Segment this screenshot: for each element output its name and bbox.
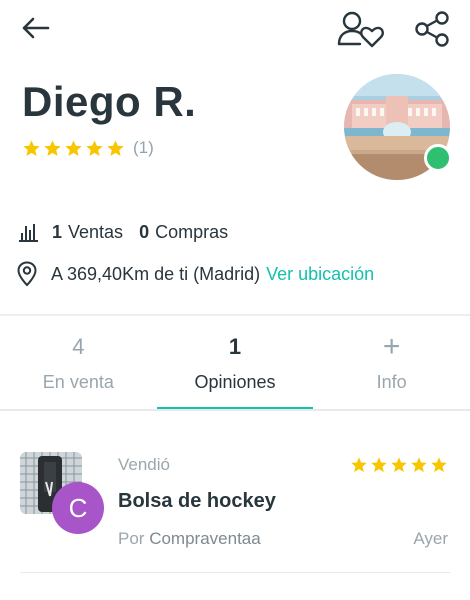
review-date: Ayer: [413, 529, 448, 548]
star-icon: [431, 457, 447, 473]
review-rating: [348, 456, 448, 474]
divider: [0, 314, 470, 316]
tabs-divider: [0, 409, 470, 411]
location-distance: A 369,40Km de ti (Madrid): [51, 263, 261, 284]
location-row: A 369,40Km de ti (Madrid) Ver ubicación: [16, 260, 374, 288]
top-bar: [0, 0, 470, 56]
tab-en-venta[interactable]: 4 En venta: [0, 330, 157, 410]
star-icon: [411, 457, 427, 473]
star-icon: [65, 139, 82, 156]
bar-chart-icon: [19, 224, 38, 242]
star-icon: [23, 139, 40, 156]
online-status-indicator: [424, 144, 452, 172]
tab-label: Opiniones: [194, 372, 276, 392]
review-action: Vendió: [118, 455, 170, 474]
star-icon: [371, 457, 387, 473]
user-heart-icon: [337, 11, 384, 48]
arrow-left-icon: [22, 17, 50, 39]
reviewer-avatar: C: [52, 482, 104, 534]
star-icon: [86, 139, 103, 156]
sales-label: Ventas: [68, 221, 124, 242]
plus-icon: +: [382, 330, 401, 363]
location-pin-icon: [17, 261, 37, 287]
review-author: Por Compraventaa: [118, 529, 261, 549]
sales-count: 1: [52, 221, 63, 242]
star-icon: [107, 139, 124, 156]
user-rating: (1): [22, 137, 154, 159]
rating-count: (1): [133, 138, 154, 157]
review-item[interactable]: C Vendió Bolsa de hockey Por Compraventa…: [20, 450, 450, 574]
purchases-label: Compras: [155, 221, 229, 242]
back-button[interactable]: [18, 12, 54, 44]
transactions-stats: 1 Ventas 0 Compras: [16, 218, 228, 246]
tab-label: En venta: [42, 372, 114, 392]
star-icon: [351, 457, 367, 473]
share-icon: [415, 11, 449, 47]
user-name: Diego R.: [22, 78, 197, 125]
review-author-name[interactable]: Compraventaa: [149, 529, 261, 548]
tab-count: 1: [228, 334, 242, 359]
star-icon: [44, 139, 61, 156]
profile-tabs: 4 En venta 1 Opiniones + Info: [0, 330, 470, 410]
divider: [20, 572, 450, 573]
view-location-link[interactable]: Ver ubicación: [266, 264, 374, 285]
star-icon: [391, 457, 407, 473]
tab-count: 4: [72, 334, 85, 359]
tab-info[interactable]: + Info: [313, 330, 470, 410]
purchases-count: 0: [139, 221, 150, 242]
profile-avatar[interactable]: [344, 74, 452, 180]
tab-opiniones[interactable]: 1 Opiniones: [156, 330, 314, 410]
follow-user-button[interactable]: [336, 8, 386, 48]
review-product-title: Bolsa de hockey: [118, 490, 276, 512]
share-button[interactable]: [412, 10, 454, 48]
review-author-prefix: Por: [118, 529, 145, 548]
tab-label: Info: [376, 372, 407, 392]
